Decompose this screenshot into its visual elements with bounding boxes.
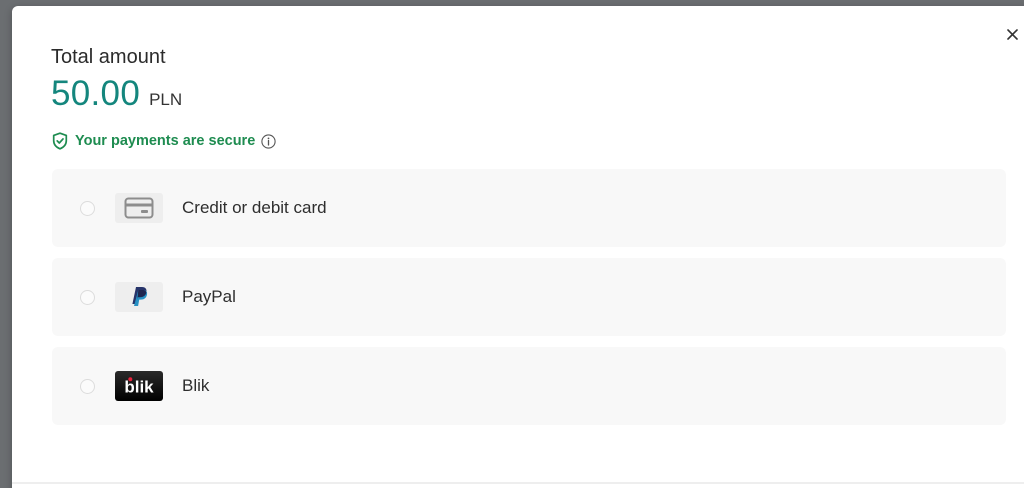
card-radio[interactable] bbox=[80, 200, 95, 216]
card-label: Credit or debit card bbox=[182, 198, 327, 217]
close-icon bbox=[1006, 28, 1018, 40]
amount-currency: PLN bbox=[149, 90, 183, 109]
blik-label: Blik bbox=[182, 376, 210, 395]
secure-text: Your payments are secure bbox=[75, 133, 256, 149]
payment-dialog: Total amount 50.00 PLN Your payments are… bbox=[12, 6, 1024, 488]
divider bbox=[12, 482, 1024, 484]
info-icon[interactable] bbox=[261, 133, 276, 149]
secure-payments-notice: Your payments are secure bbox=[52, 132, 276, 150]
paypal-label: PayPal bbox=[182, 287, 236, 306]
shield-check-icon bbox=[52, 132, 68, 150]
svg-text:blik: blik bbox=[124, 378, 154, 397]
paypal-radio[interactable] bbox=[80, 289, 95, 305]
amount-value: 50.00 bbox=[51, 74, 141, 113]
paypal-icon bbox=[115, 282, 163, 312]
payment-method-blik[interactable]: blik Blik bbox=[52, 347, 1006, 425]
payment-method-card[interactable]: Credit or debit card bbox=[52, 169, 1006, 247]
blik-icon: blik bbox=[115, 371, 163, 401]
blik-radio[interactable] bbox=[80, 378, 95, 394]
credit-card-icon bbox=[115, 193, 163, 223]
total-amount-label: Total amount bbox=[51, 46, 166, 68]
amount-display: 50.00 PLN bbox=[51, 74, 182, 114]
payment-method-paypal[interactable]: PayPal bbox=[52, 258, 1006, 336]
close-button[interactable] bbox=[1002, 24, 1022, 44]
